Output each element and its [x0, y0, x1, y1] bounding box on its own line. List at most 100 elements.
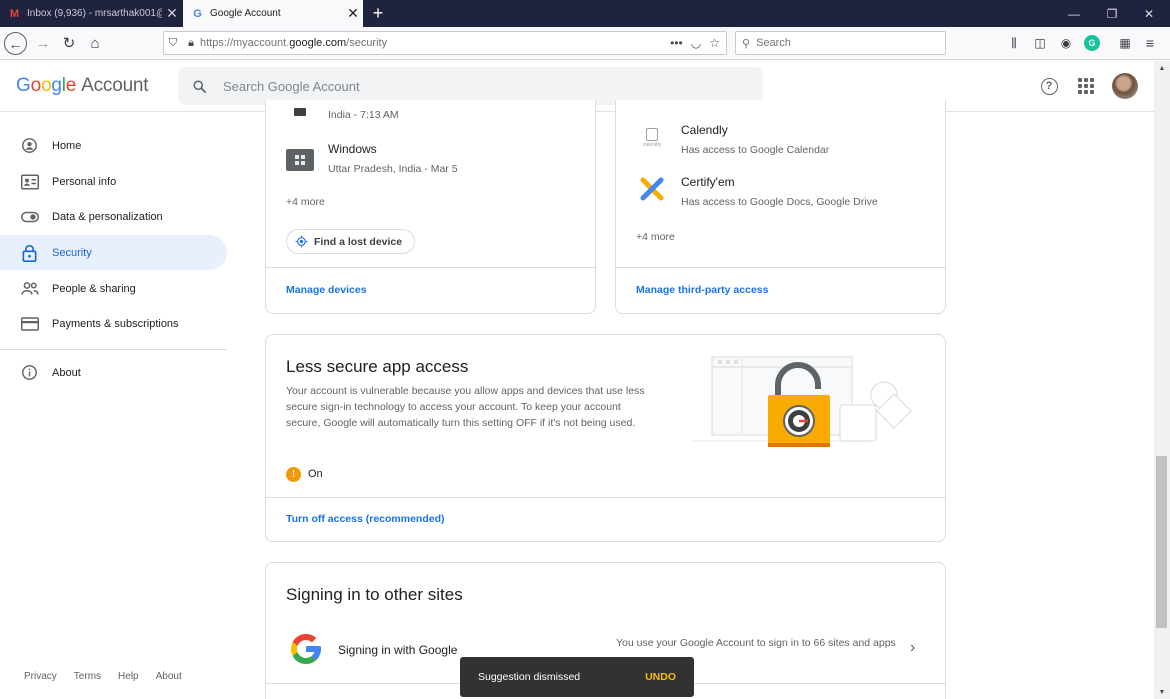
url-prefix: https://myaccount.: [200, 37, 290, 49]
sidebar-divider: [0, 349, 227, 350]
snackbar-message: Suggestion dismissed: [478, 671, 581, 683]
avatar[interactable]: [1112, 73, 1138, 99]
sidebar-item-label: Data & personalization: [52, 210, 163, 223]
sidebar-item-label: Personal info: [52, 175, 117, 188]
status-badge: On: [308, 468, 323, 480]
devices-more[interactable]: +4 more: [286, 196, 325, 208]
app-detail: Has access to Google Docs, Google Drive: [681, 196, 878, 208]
lock-illustration: [692, 356, 912, 447]
app-name[interactable]: Certify'em: [681, 175, 735, 189]
toggle-icon: [20, 207, 39, 226]
help-button[interactable]: ?: [1039, 76, 1059, 96]
gmail-icon: M: [9, 7, 20, 20]
device-icon: [294, 108, 306, 116]
help-icon: ?: [1040, 77, 1058, 95]
browser-search-input[interactable]: ⚲ Search: [735, 31, 946, 55]
card-divider: [616, 267, 945, 268]
google-apps-button[interactable]: [1076, 76, 1096, 96]
grammarly-icon[interactable]: G: [1084, 35, 1100, 51]
find-lost-device-button[interactable]: Find a lost device: [286, 229, 416, 254]
account-icon[interactable]: ◉: [1058, 35, 1074, 51]
scrollbar-thumb[interactable]: [1156, 456, 1167, 628]
manage-third-party-link[interactable]: Manage third-party access: [636, 284, 768, 296]
turn-off-access-link[interactable]: Turn off access (recommended): [286, 513, 445, 525]
card-title: Less secure app access: [286, 357, 469, 376]
back-button[interactable]: ←: [4, 32, 27, 55]
sidebar-item-label: Security: [52, 246, 92, 259]
reload-button[interactable]: ↻: [57, 31, 81, 55]
sidebar-item-payments[interactable]: Payments & subscriptions: [0, 306, 227, 341]
footer-link-about[interactable]: About: [156, 671, 182, 682]
url-bar[interactable]: ⛉ 🔒︎ https://myaccount. google.com/securi…: [163, 31, 727, 55]
sidebar-item-personal-info[interactable]: Personal info: [0, 164, 227, 199]
undo-button[interactable]: UNDO: [645, 671, 676, 683]
footer-link-privacy[interactable]: Privacy: [24, 671, 57, 682]
card-divider: [266, 267, 595, 268]
sidebar-item-security[interactable]: Security: [0, 235, 227, 270]
lock-icon[interactable]: 🔒︎: [182, 37, 200, 50]
card-divider: [266, 497, 945, 498]
row-label: Signing in with Google: [338, 643, 458, 657]
tab-title: Inbox (9,936) - mrsarthak001@: [27, 8, 162, 19]
warning-icon: !: [286, 467, 301, 482]
windows-device-icon: [286, 149, 314, 171]
apps-grid-icon: [1078, 78, 1094, 94]
sidebar-item-people-sharing[interactable]: People & sharing: [0, 271, 227, 306]
bookmark-star-icon[interactable]: ☆: [709, 36, 720, 50]
devices-card: India - 7:13 AM Windows Uttar Pradesh, I…: [265, 100, 596, 314]
library-icon[interactable]: ⫼: [1006, 35, 1022, 51]
sidebar-item-label: About: [52, 366, 81, 379]
new-tab-button[interactable]: +: [368, 0, 388, 27]
card-title: Signing in to other sites: [286, 585, 463, 604]
lock-icon: [20, 243, 39, 262]
sidebar-item-home[interactable]: Home: [0, 128, 227, 163]
pocket-icon[interactable]: ◡: [691, 36, 701, 50]
tab-gmail[interactable]: M Inbox (9,936) - mrsarthak001@ ✕: [0, 0, 182, 27]
minimize-button[interactable]: —: [1055, 0, 1093, 27]
url-host: google.com: [289, 37, 347, 49]
sidebar-toggle-icon[interactable]: ◫: [1032, 35, 1048, 51]
footer-link-terms[interactable]: Terms: [74, 671, 101, 682]
menu-icon[interactable]: ≡: [1142, 35, 1158, 51]
sidebar-item-label: People & sharing: [52, 282, 136, 295]
less-secure-card: Less secure app access Your account is v…: [265, 334, 946, 542]
scroll-down-arrow[interactable]: ▼: [1154, 685, 1170, 699]
app-name[interactable]: Calendly: [681, 123, 728, 137]
device-name[interactable]: Windows: [328, 142, 377, 156]
personal-info-icon: [20, 172, 39, 191]
sidebar-item-data-personalization[interactable]: Data & personalization: [0, 199, 227, 234]
snackbar: Suggestion dismissed UNDO: [460, 657, 694, 697]
sidebar-item-label: Home: [52, 139, 82, 152]
tab-title: Google Account: [210, 8, 281, 19]
shield-icon[interactable]: ⛉: [164, 37, 182, 50]
page-actions-icon[interactable]: •••: [670, 36, 683, 50]
certifyem-logo: [640, 177, 664, 201]
extensions-icon[interactable]: ▦: [1117, 35, 1133, 51]
close-icon[interactable]: ✕: [162, 5, 182, 22]
close-icon[interactable]: ✕: [343, 5, 363, 22]
apps-more[interactable]: +4 more: [636, 231, 675, 243]
people-icon: [20, 279, 39, 298]
card-icon: [20, 314, 39, 333]
footer-link-help[interactable]: Help: [118, 671, 139, 682]
chevron-right-icon: ›: [910, 639, 916, 656]
sidebar-footer: Privacy Terms Help About: [24, 671, 182, 682]
home-button[interactable]: ⌂: [83, 31, 107, 55]
restore-button[interactable]: ❐: [1093, 0, 1131, 27]
tab-google-account[interactable]: G Google Account ✕: [183, 0, 363, 27]
search-icon: ⚲: [742, 37, 751, 50]
url-path: /security: [346, 37, 388, 49]
manage-devices-link[interactable]: Manage devices: [286, 284, 367, 296]
sidebar-item-label: Payments & subscriptions: [52, 317, 179, 330]
search-icon: [193, 79, 206, 93]
scroll-up-arrow[interactable]: ▲: [1154, 61, 1170, 75]
browser-tab-bar: M Inbox (9,936) - mrsarthak001@ ✕ G Goog…: [0, 0, 1170, 27]
google-g-icon: [291, 634, 321, 664]
sidebar-item-about[interactable]: About: [0, 355, 227, 390]
search-placeholder: Search Google Account: [223, 78, 360, 94]
window-close-button[interactable]: ✕: [1130, 0, 1168, 27]
google-account-logo[interactable]: Google Account: [16, 75, 149, 97]
info-icon: [20, 363, 39, 382]
forward-button[interactable]: →: [31, 31, 55, 55]
device-partial-detail: India - 7:13 AM: [328, 109, 399, 121]
